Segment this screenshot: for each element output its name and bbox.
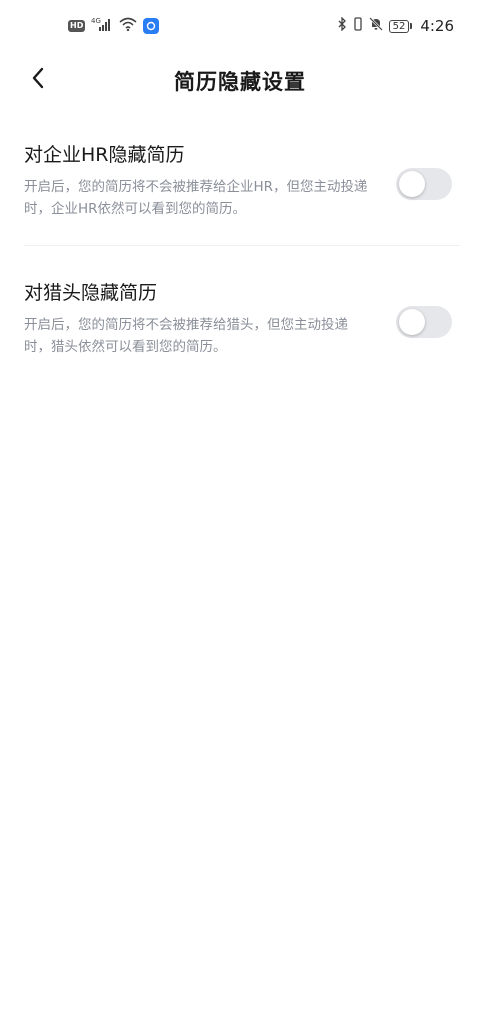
status-time: 4:26 <box>420 17 454 35</box>
setting-title: 对企业HR隐藏简历 <box>24 144 185 166</box>
app-notification-icon <box>143 18 160 34</box>
hd-icon: HD <box>68 20 86 32</box>
wifi-icon <box>119 17 137 35</box>
toggle-knob <box>399 171 425 197</box>
status-bar: HD 4G 52 4:26 <box>0 0 480 52</box>
cellular-signal-icon: 4G <box>91 17 113 35</box>
battery-icon: 52 <box>388 19 413 33</box>
mute-bell-icon <box>368 17 383 35</box>
nav-bar: 简历隐藏设置 <box>0 52 480 108</box>
setting-hide-from-headhunter: 对猎头隐藏简历 开启后，您的简历将不会被推荐给猎头，但您主动投递时，猎头依然可以… <box>24 280 460 358</box>
bluetooth-icon <box>338 16 347 35</box>
page-title: 简历隐藏设置 <box>174 70 306 94</box>
status-bar-right: 52 4:26 <box>338 16 454 35</box>
network-type-label: 4G <box>91 17 101 25</box>
setting-hide-from-hr: 对企业HR隐藏简历 开启后，您的简历将不会被推荐给企业HR，但您主动投递时，企业… <box>24 142 460 220</box>
battery-level: 52 <box>388 19 410 33</box>
toggle-knob <box>399 309 425 335</box>
setting-description: 开启后，您的简历将不会被推荐给猎头，但您主动投递时，猎头依然可以看到您的简历。 <box>24 317 348 355</box>
vibrate-icon <box>353 17 363 35</box>
status-bar-left: HD 4G <box>68 17 160 35</box>
hide-from-headhunter-toggle[interactable] <box>396 306 452 338</box>
setting-title: 对猎头隐藏简历 <box>24 282 158 304</box>
hide-from-hr-toggle[interactable] <box>396 168 452 200</box>
setting-description: 开启后，您的简历将不会被推荐给企业HR，但您主动投递时，企业HR依然可以看到您的… <box>24 179 368 217</box>
battery-tip <box>410 23 413 29</box>
divider <box>24 245 460 246</box>
